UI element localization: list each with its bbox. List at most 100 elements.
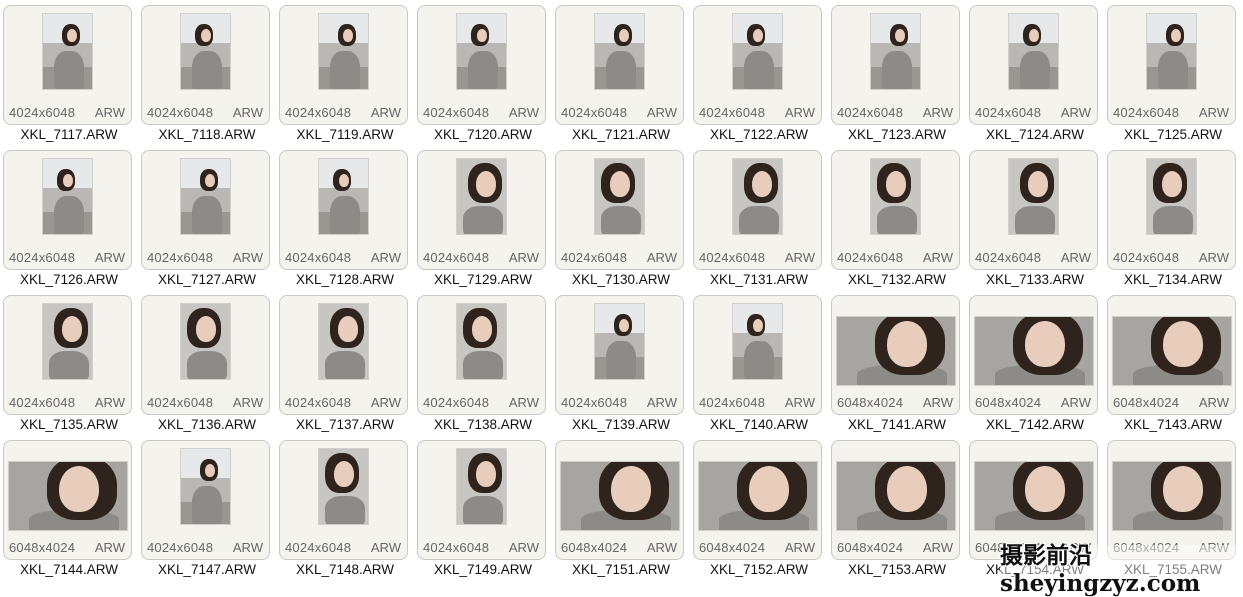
file-name[interactable]: XKL_7129.ARW xyxy=(414,272,552,287)
file-card[interactable]: 4024x6048 ARW xyxy=(831,150,960,270)
file-name[interactable]: XKL_7123.ARW xyxy=(828,127,966,142)
file-name[interactable]: XKL_7142.ARW xyxy=(966,417,1104,432)
file-item[interactable]: 4024x6048 ARW XKL_7124.ARW xyxy=(966,0,1104,145)
file-item[interactable]: 4024x6048 ARW XKL_7125.ARW xyxy=(1104,0,1242,145)
file-card[interactable]: 4024x6048 ARW xyxy=(279,440,408,560)
file-name[interactable]: XKL_7125.ARW xyxy=(1104,127,1242,142)
file-card[interactable]: 4024x6048 ARW xyxy=(831,5,960,125)
file-card[interactable]: 4024x6048 ARW xyxy=(969,5,1098,125)
file-item[interactable]: 4024x6048 ARW XKL_7119.ARW xyxy=(276,0,414,145)
file-item[interactable]: 4024x6048 ARW XKL_7126.ARW xyxy=(0,145,138,290)
file-item[interactable]: 4024x6048 ARW XKL_7132.ARW xyxy=(828,145,966,290)
file-item[interactable]: 4024x6048 ARW XKL_7123.ARW xyxy=(828,0,966,145)
file-name[interactable]: XKL_7140.ARW xyxy=(690,417,828,432)
file-name[interactable]: XKL_7119.ARW xyxy=(276,127,414,142)
file-name[interactable]: XKL_7131.ARW xyxy=(690,272,828,287)
file-card[interactable]: 4024x6048 ARW xyxy=(693,150,822,270)
file-item[interactable]: 4024x6048 ARW XKL_7139.ARW xyxy=(552,290,690,435)
file-card[interactable]: 4024x6048 ARW xyxy=(141,150,270,270)
file-item[interactable]: 6048x4024 ARW XKL_7141.ARW xyxy=(828,290,966,435)
file-item[interactable]: 6048x4024 ARW XKL_7143.ARW xyxy=(1104,290,1242,435)
file-name[interactable]: XKL_7132.ARW xyxy=(828,272,966,287)
file-card[interactable]: 4024x6048 ARW xyxy=(693,5,822,125)
file-item[interactable]: 6048x4024 ARW XKL_7142.ARW xyxy=(966,290,1104,435)
file-card[interactable]: 4024x6048 ARW xyxy=(1107,5,1236,125)
file-name[interactable]: XKL_7128.ARW xyxy=(276,272,414,287)
file-name[interactable]: XKL_7144.ARW xyxy=(0,562,138,577)
file-card[interactable]: 4024x6048 ARW xyxy=(417,440,546,560)
file-card[interactable]: 4024x6048 ARW xyxy=(3,5,132,125)
file-name[interactable]: XKL_7151.ARW xyxy=(552,562,690,577)
file-card[interactable]: 6048x4024 ARW xyxy=(3,440,132,560)
file-item[interactable]: 4024x6048 ARW XKL_7138.ARW xyxy=(414,290,552,435)
file-item[interactable]: 4024x6048 ARW XKL_7120.ARW xyxy=(414,0,552,145)
file-item[interactable]: 4024x6048 ARW XKL_7127.ARW xyxy=(138,145,276,290)
file-name[interactable]: XKL_7139.ARW xyxy=(552,417,690,432)
file-name[interactable]: XKL_7152.ARW xyxy=(690,562,828,577)
file-card[interactable]: 4024x6048 ARW xyxy=(555,295,684,415)
file-item[interactable]: 4024x6048 ARW XKL_7140.ARW xyxy=(690,290,828,435)
file-name[interactable]: XKL_7147.ARW xyxy=(138,562,276,577)
file-card[interactable]: 4024x6048 ARW xyxy=(141,295,270,415)
file-name[interactable]: XKL_7130.ARW xyxy=(552,272,690,287)
file-item[interactable]: 4024x6048 ARW XKL_7135.ARW xyxy=(0,290,138,435)
file-item[interactable]: 4024x6048 ARW XKL_7133.ARW xyxy=(966,145,1104,290)
file-item[interactable]: 4024x6048 ARW XKL_7148.ARW xyxy=(276,435,414,580)
file-card[interactable]: 6048x4024 ARW xyxy=(555,440,684,560)
file-item[interactable]: 4024x6048 ARW XKL_7134.ARW xyxy=(1104,145,1242,290)
file-card[interactable]: 4024x6048 ARW xyxy=(555,5,684,125)
file-item[interactable]: 4024x6048 ARW XKL_7136.ARW xyxy=(138,290,276,435)
file-item[interactable]: 4024x6048 ARW XKL_7122.ARW xyxy=(690,0,828,145)
file-name[interactable]: XKL_7117.ARW xyxy=(0,127,138,142)
file-card[interactable]: 4024x6048 ARW xyxy=(417,295,546,415)
file-card[interactable]: 4024x6048 ARW xyxy=(3,150,132,270)
file-name[interactable]: XKL_7135.ARW xyxy=(0,417,138,432)
file-item[interactable]: 4024x6048 ARW XKL_7149.ARW xyxy=(414,435,552,580)
file-name[interactable]: XKL_7134.ARW xyxy=(1104,272,1242,287)
file-item[interactable]: 4024x6048 ARW XKL_7147.ARW xyxy=(138,435,276,580)
file-name[interactable]: XKL_7138.ARW xyxy=(414,417,552,432)
file-name[interactable]: XKL_7133.ARW xyxy=(966,272,1104,287)
file-name[interactable]: XKL_7136.ARW xyxy=(138,417,276,432)
file-name[interactable]: XKL_7121.ARW xyxy=(552,127,690,142)
file-item[interactable]: 6048x4024 ARW XKL_7144.ARW xyxy=(0,435,138,580)
file-item[interactable]: 4024x6048 ARW XKL_7128.ARW xyxy=(276,145,414,290)
file-card[interactable]: 4024x6048 ARW xyxy=(1107,150,1236,270)
file-item[interactable]: 6048x4024 ARW XKL_7153.ARW xyxy=(828,435,966,580)
file-name[interactable]: XKL_7141.ARW xyxy=(828,417,966,432)
file-name[interactable]: XKL_7148.ARW xyxy=(276,562,414,577)
file-name[interactable]: XKL_7118.ARW xyxy=(138,127,276,142)
file-card[interactable]: 6048x4024 ARW xyxy=(1107,295,1236,415)
file-card[interactable]: 4024x6048 ARW xyxy=(279,295,408,415)
file-item[interactable]: 4024x6048 ARW XKL_7117.ARW xyxy=(0,0,138,145)
file-item[interactable]: 6048x4024 ARW XKL_7151.ARW xyxy=(552,435,690,580)
file-card[interactable]: 6048x4024 ARW xyxy=(831,295,960,415)
file-card[interactable]: 6048x4024 ARW xyxy=(969,295,1098,415)
file-card[interactable]: 4024x6048 ARW xyxy=(417,5,546,125)
file-card[interactable]: 4024x6048 ARW xyxy=(693,295,822,415)
file-card[interactable]: 4024x6048 ARW xyxy=(279,5,408,125)
file-item[interactable]: 6048x4024 ARW XKL_7152.ARW xyxy=(690,435,828,580)
file-item[interactable]: 4024x6048 ARW XKL_7118.ARW xyxy=(138,0,276,145)
file-item[interactable]: 4024x6048 ARW XKL_7129.ARW xyxy=(414,145,552,290)
file-name[interactable]: XKL_7126.ARW xyxy=(0,272,138,287)
file-name[interactable]: XKL_7124.ARW xyxy=(966,127,1104,142)
file-item[interactable]: 4024x6048 ARW XKL_7131.ARW xyxy=(690,145,828,290)
file-card[interactable]: 4024x6048 ARW xyxy=(141,5,270,125)
file-card[interactable]: 4024x6048 ARW xyxy=(141,440,270,560)
file-name[interactable]: XKL_7120.ARW xyxy=(414,127,552,142)
file-name[interactable]: XKL_7137.ARW xyxy=(276,417,414,432)
file-name[interactable]: XKL_7127.ARW xyxy=(138,272,276,287)
file-card[interactable]: 4024x6048 ARW xyxy=(417,150,546,270)
file-card[interactable]: 6048x4024 ARW xyxy=(693,440,822,560)
file-card[interactable]: 6048x4024 ARW xyxy=(831,440,960,560)
file-item[interactable]: 4024x6048 ARW XKL_7130.ARW xyxy=(552,145,690,290)
file-card[interactable]: 4024x6048 ARW xyxy=(969,150,1098,270)
file-card[interactable]: 4024x6048 ARW xyxy=(279,150,408,270)
file-name[interactable]: XKL_7143.ARW xyxy=(1104,417,1242,432)
file-name[interactable]: XKL_7122.ARW xyxy=(690,127,828,142)
file-card[interactable]: 4024x6048 ARW xyxy=(555,150,684,270)
file-name[interactable]: XKL_7149.ARW xyxy=(414,562,552,577)
file-item[interactable]: 4024x6048 ARW XKL_7137.ARW xyxy=(276,290,414,435)
file-item[interactable]: 4024x6048 ARW XKL_7121.ARW xyxy=(552,0,690,145)
